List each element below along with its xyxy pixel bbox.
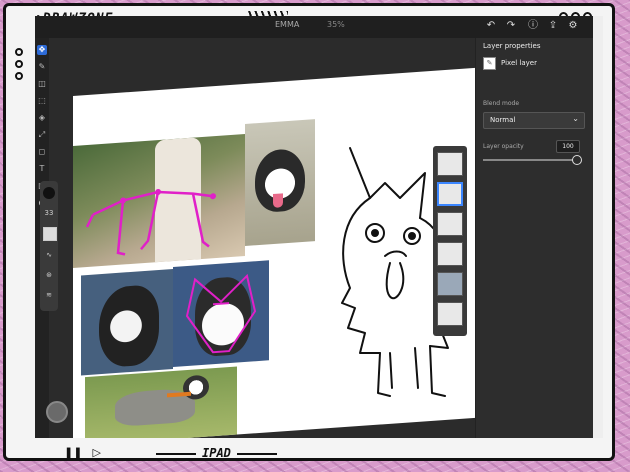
shape-tool-icon[interactable]: ◻	[37, 147, 47, 157]
transform-tool-icon[interactable]: ⤢	[37, 130, 47, 140]
text-tool-icon[interactable]: T	[37, 164, 47, 174]
stabilizer-icon[interactable]: ⊛	[43, 269, 55, 281]
frame-right-strip	[593, 16, 603, 438]
undo-icon[interactable]: ↶	[485, 20, 497, 32]
opacity-label: Layer opacity	[483, 143, 524, 150]
brush-color-swatch[interactable]	[43, 187, 55, 199]
frame-bottom-icons: ❚❚ ▷	[64, 446, 101, 459]
brush-opacity-swatch[interactable]	[43, 227, 57, 241]
layer-properties-panel: Layer properties ✎ Pixel layer Blend mod…	[475, 38, 593, 438]
document-title[interactable]: EMMA	[275, 20, 299, 29]
reference-photo-dog-profile[interactable]	[81, 269, 173, 376]
layer-type-row[interactable]: ✎ Pixel layer	[483, 56, 587, 74]
zoom-level: 35%	[327, 20, 345, 29]
layer-thumbnail-4[interactable]	[437, 242, 463, 266]
brush-settings-panel: 33 ∿ ⊛ ≋	[40, 181, 58, 311]
brush-settings-icon[interactable]: ≋	[43, 289, 55, 301]
opacity-slider[interactable]	[483, 159, 575, 161]
redo-icon[interactable]: ↷	[505, 20, 517, 32]
smoothing-icon[interactable]: ∿	[43, 249, 55, 261]
fill-tool-icon[interactable]: ◈	[37, 113, 47, 123]
move-tool-icon[interactable]: ✥	[37, 45, 47, 55]
opacity-slider-thumb[interactable]	[572, 155, 582, 165]
app-screen: EMMA 35% ↶ ↷ ⓘ ⇪ ⚙ ✥ ✎ ◫ ⬚ ◈ ⤢ ◻ T ▣ ●	[35, 16, 593, 438]
reference-photo-dog-head[interactable]	[245, 119, 315, 246]
selection-tool-icon[interactable]: ⬚	[37, 96, 47, 106]
frame-left-circles	[15, 48, 23, 80]
pause-icon: ❚❚	[64, 446, 83, 459]
settings-icon[interactable]: ⚙	[567, 20, 579, 32]
blend-mode-value: Normal	[490, 116, 516, 124]
blend-mode-label: Blend mode	[483, 100, 520, 107]
play-icon: ▷	[92, 446, 101, 459]
frame-bottom-label: IPAD	[156, 446, 277, 460]
layers-panel	[433, 146, 467, 336]
modifier-button[interactable]	[46, 401, 68, 423]
blend-mode-select[interactable]: Normal ⌄	[483, 112, 585, 129]
eraser-tool-icon[interactable]: ◫	[37, 79, 47, 89]
layer-type-label: Pixel layer	[501, 59, 537, 67]
layer-thumbnail-5[interactable]	[437, 272, 463, 296]
reference-photo-dog-pose[interactable]	[73, 133, 245, 268]
top-toolbar: EMMA 35% ↶ ↷ ⓘ ⇪ ⚙	[35, 16, 593, 38]
layer-thumbnail-1[interactable]	[437, 152, 463, 176]
brush-tool-icon[interactable]: ✎	[37, 62, 47, 72]
layer-thumbnail-3[interactable]	[437, 212, 463, 236]
panel-title: Layer properties	[483, 42, 541, 50]
pose-overlay	[85, 189, 216, 256]
layer-thumbnail-2-selected[interactable]	[437, 182, 463, 206]
opacity-input[interactable]: 100	[556, 140, 580, 153]
face-structure-overlay	[185, 273, 257, 354]
pixel-layer-icon: ✎	[483, 57, 496, 70]
reference-photo-dog-standing[interactable]	[85, 366, 237, 438]
share-icon[interactable]: ⇪	[547, 20, 559, 32]
info-icon[interactable]: ⓘ	[527, 20, 539, 32]
brush-size-value[interactable]: 33	[43, 207, 55, 219]
layer-thumbnail-6[interactable]	[437, 302, 463, 326]
chevron-down-icon: ⌄	[572, 114, 579, 123]
reference-photo-dog-face-structure[interactable]	[173, 260, 269, 368]
